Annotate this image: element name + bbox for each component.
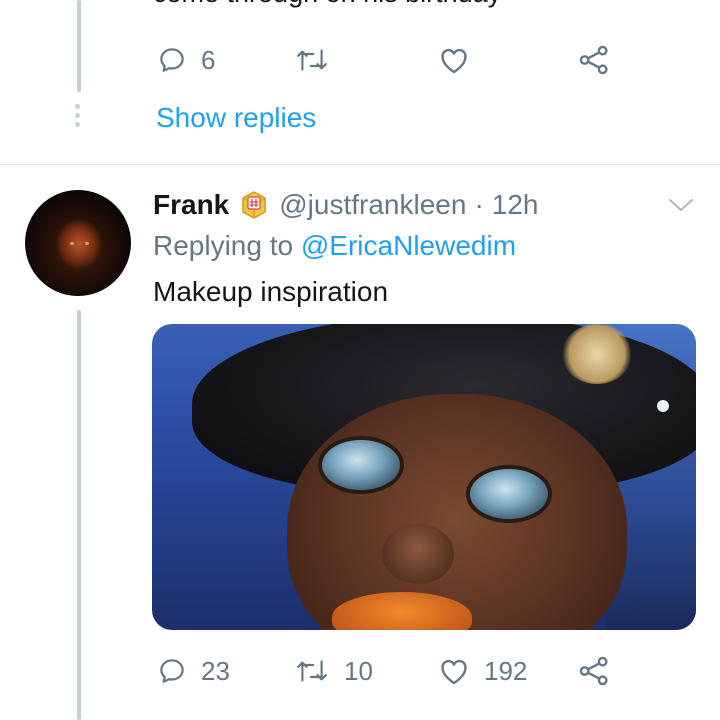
- reply-icon: [160, 48, 184, 72]
- retweet-button[interactable]: [294, 40, 330, 80]
- share-button[interactable]: [578, 651, 610, 691]
- like-button[interactable]: 192: [438, 651, 527, 691]
- author-handle[interactable]: @justfrankleen: [279, 189, 466, 221]
- retweet-button[interactable]: 10: [294, 651, 373, 691]
- tweet-photo[interactable]: [152, 324, 696, 630]
- heart-icon: [441, 659, 467, 685]
- show-replies-link[interactable]: Show replies: [156, 102, 316, 134]
- share-icon: [579, 45, 608, 75]
- heart-icon: [441, 48, 467, 74]
- lion-image: [57, 220, 101, 268]
- avatar[interactable]: [25, 190, 131, 296]
- share-icon: [579, 656, 608, 686]
- header-separator: ·: [474, 189, 484, 220]
- tweet-header: Frank @justfrankleen · 12h: [153, 188, 538, 222]
- like-button[interactable]: [438, 40, 470, 80]
- tweet-time[interactable]: 12h: [492, 189, 539, 221]
- retweet-count: 10: [344, 655, 373, 686]
- reply-count: 23: [201, 655, 230, 686]
- author-name[interactable]: Frank: [153, 189, 229, 221]
- retweet-icon: [297, 660, 327, 682]
- previous-tweet-actions: 6: [0, 40, 720, 80]
- tweet-actions: 23 10 192: [0, 651, 720, 691]
- retweet-icon: [297, 49, 327, 71]
- replying-mention[interactable]: @EricaNlewedim: [301, 230, 516, 261]
- reply-count: 6: [201, 44, 216, 75]
- hashtag-emoji-icon: [237, 188, 271, 222]
- share-button[interactable]: [578, 40, 610, 80]
- tweet-text: Makeup inspiration: [153, 276, 389, 307]
- replying-to: Replying to @EricaNlewedim: [153, 230, 516, 262]
- reply-button[interactable]: 6: [157, 40, 215, 80]
- reply-button[interactable]: 23: [157, 651, 230, 691]
- tweet-divider: [0, 164, 720, 165]
- like-count: 192: [484, 655, 528, 686]
- previous-tweet-text: come through on his birthday: [153, 0, 501, 9]
- tweet-menu-button[interactable]: [667, 195, 695, 220]
- chevron-down-icon: [669, 199, 693, 211]
- reply-icon: [160, 659, 184, 683]
- replying-prefix: Replying to: [153, 230, 294, 261]
- thread-ellipsis: [74, 104, 84, 131]
